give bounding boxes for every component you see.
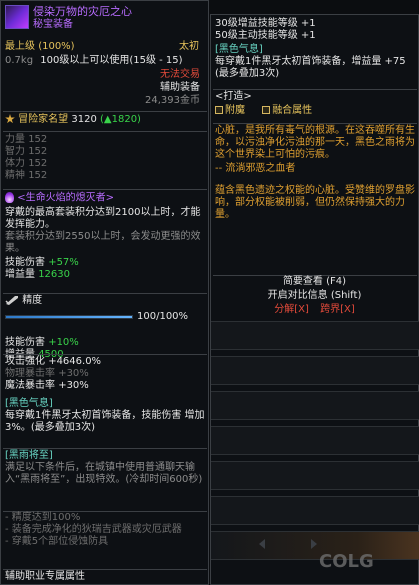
- chevron-left-icon: [257, 538, 267, 553]
- black-rain-desc: 满足以下条件后，在城镇中使用普通聊天输入“黑雨将至”，出现特效。(冷却时间600…: [5, 462, 203, 485]
- divider: [3, 189, 207, 190]
- stats-list: 力量 152 智力 152 体力 152 精神 152: [5, 134, 47, 182]
- item-trade: 无法交易: [160, 69, 200, 80]
- skill-level-line: 50级主动技能等级 +1: [215, 30, 316, 41]
- checkbox-icon: [262, 106, 271, 114]
- item-price: 24,393金币: [145, 95, 200, 106]
- black-rain-conditions: - 精度达到100% - 装备完成净化的狄瑞吉武器或灾厄武器 - 穿戴5个部位侵…: [5, 512, 205, 548]
- skill-level-line: 30级增益技能等级 +1: [215, 18, 316, 29]
- adventurer-fame-up: (▲1820): [100, 114, 141, 125]
- divider: [213, 89, 417, 90]
- refine-section: 精度 100/100% 技能伤害 +10% 增益量 4500: [5, 295, 205, 361]
- item-icon: [5, 5, 29, 29]
- refine-label: 精度: [22, 295, 43, 306]
- item-weight: 0.7kg: [5, 55, 34, 66]
- lore-text-1: 心脏，是我所有毒气的根源。在这吞噬所有生命，以污浊净化污浊的那一天，黑色之雨将为…: [215, 125, 415, 160]
- empty-slot: [211, 356, 419, 385]
- item-weight-row: 0.7kg 100级以上可以使用(15级 - 15): [5, 55, 205, 67]
- decompose-button[interactable]: 分解[X]: [274, 304, 309, 315]
- divider: [3, 131, 207, 132]
- black-aura-desc: 每穿戴1件黑牙太初首饰装备，技能伤害 增加 3%。(最多叠加3次): [5, 410, 205, 433]
- checkbox-icon: [215, 106, 223, 114]
- item-type: 秘宝装备: [33, 19, 73, 30]
- attack-row: 攻击强化 +4646.0%: [5, 356, 102, 367]
- set-effect-section: <生命火焰的熄灭者> 穿戴的最高套装积分达到2100以上时，才能发挥能力。 套装…: [5, 192, 205, 281]
- empty-slot: [211, 461, 419, 490]
- condition-item: - 精度达到100%: [5, 512, 81, 523]
- empty-slot: [211, 391, 419, 420]
- lore-text-2: 蕴含黑色遗迹之权能的心脏。受赞维的罗盘影响，部分权能被削弱，但仍然保持强大的力量…: [215, 185, 415, 220]
- sword-icon: [5, 296, 18, 305]
- set-effect-title-row: <生命火焰的熄灭者>: [5, 192, 205, 205]
- set-effect-boost-row: 增益量 12630: [5, 268, 70, 280]
- condition-item: - 装备完成净化的狄瑞吉武器或灾厄武器: [5, 524, 182, 535]
- stat-row: 力量 152: [5, 134, 48, 145]
- condition-item: - 穿戴5个部位侵蚀防具: [5, 536, 109, 547]
- cross-button[interactable]: 跨界[X]: [320, 304, 355, 315]
- divider: [3, 111, 207, 112]
- forge-options: 附魔 融合属性: [215, 105, 415, 117]
- adventurer-fame-label: 冒险家名望: [18, 114, 69, 125]
- black-rain-title: [黑雨将至]: [5, 450, 53, 461]
- refine-skill-row: 技能伤害 +10%: [5, 337, 79, 348]
- lore-section: 心脏，是我所有毒气的根源。在这吞噬所有生命，以污浊净化污浊的那一天，黑色之雨将为…: [215, 125, 415, 221]
- divider: [3, 354, 207, 355]
- footer-label: 辅助职业专属属性: [5, 571, 85, 582]
- item-tooltip-panel: 侵染万物的灾厄之心 秘宝装备 最上级 (100%) 太初 0.7kg 100级以…: [0, 0, 209, 585]
- action-links: 分解[X] 跨界[X]: [211, 304, 418, 316]
- refine-progress-fill: [6, 316, 132, 318]
- forge-option-enchant[interactable]: 附魔: [215, 105, 245, 116]
- empty-slot: [211, 321, 419, 350]
- refine-title-row: 精度: [5, 295, 205, 307]
- divider: [3, 448, 207, 449]
- item-level-req: 100级以上可以使用(15级 - 15): [40, 55, 183, 66]
- adventurer-fame-value: 3120: [71, 114, 97, 125]
- refine-progress: 100/100%: [5, 311, 205, 325]
- item-grade: 太初: [179, 41, 199, 52]
- item-percent: (100%): [38, 41, 75, 52]
- empty-slot: [211, 496, 419, 525]
- divider: [213, 123, 417, 124]
- star-icon: [5, 114, 15, 124]
- attack-section: 攻击强化 +4646.0% 物理暴击率 +30% 魔法暴击率 +30%: [5, 356, 205, 392]
- item-detail-panel: 30级增益技能等级 +1 50级主动技能等级 +1 [黑色气息] 每穿戴1件黑牙…: [210, 14, 419, 585]
- heart-icon: [5, 5, 29, 29]
- adventurer-fame-row: 冒险家名望 3120 (▲1820): [5, 114, 141, 126]
- black-rain-section: [黑雨将至] 满足以下条件后，在城镇中使用普通聊天输入“黑雨将至”，出现特效。(…: [5, 450, 205, 486]
- item-name: 侵染万物的灾厄之心: [33, 5, 132, 18]
- set-effect-desc-2: 套装积分达到2550以上时，会发动更强的效果。: [5, 230, 201, 254]
- forge-title: <打造>: [215, 91, 252, 102]
- action-menu: 简要查看 (F4) 开启对比信息 (Shift) 分解[X] 跨界[X]: [211, 276, 418, 316]
- right-black-aura-section: [黑色气息] 每穿戴1件黑牙太初首饰装备，增益量 +75 (最多叠加3次): [215, 44, 415, 80]
- compare-toggle-button[interactable]: 开启对比信息 (Shift): [211, 290, 418, 302]
- set-effect-desc-1: 穿戴的最高套装积分达到2100以上时，才能发挥能力。: [5, 206, 201, 230]
- skill-level-lines: 30级增益技能等级 +1 50级主动技能等级 +1: [215, 18, 415, 42]
- attack-row: 物理暴击率 +30%: [5, 368, 89, 379]
- stat-row: 智力 152: [5, 146, 48, 157]
- chevron-right-icon: [309, 538, 319, 553]
- item-rarity-row: 最上级 (100%) 太初: [5, 41, 205, 53]
- lore-author: -- 流淌邪恶之血者: [215, 163, 296, 174]
- black-aura-title: [黑色气息]: [5, 398, 53, 409]
- right-black-aura-title: [黑色气息]: [215, 44, 263, 55]
- refine-progress-bar: [5, 315, 133, 319]
- divider: [3, 569, 207, 570]
- stat-row: 精神 152: [5, 170, 48, 181]
- forge-section: <打造> 附魔 融合属性: [215, 91, 415, 117]
- black-aura-section: [黑色气息] 每穿戴1件黑牙太初首饰装备，技能伤害 增加 3%。(最多叠加3次): [5, 398, 205, 434]
- right-black-aura-desc: 每穿戴1件黑牙太初首饰装备，增益量 +75 (最多叠加3次): [215, 56, 406, 79]
- set-effect-skill-row: 技能伤害 +57%: [5, 256, 79, 268]
- divider: [3, 293, 207, 294]
- forge-option-fusion[interactable]: 融合属性: [262, 105, 312, 116]
- refine-progress-text: 100/100%: [137, 311, 189, 322]
- brief-view-button[interactable]: 简要查看 (F4): [211, 276, 418, 288]
- item-rarity: 最上级: [5, 41, 35, 52]
- attack-row: 魔法暴击率 +30%: [5, 380, 89, 391]
- stat-row: 体力 152: [5, 158, 48, 169]
- watermark-logo: COLG: [319, 551, 374, 572]
- empty-slot: [211, 426, 419, 455]
- fire-icon: [5, 192, 14, 203]
- set-effect-title: <生命火焰的熄灭者>: [17, 192, 114, 204]
- item-category: 辅助装备: [160, 82, 200, 93]
